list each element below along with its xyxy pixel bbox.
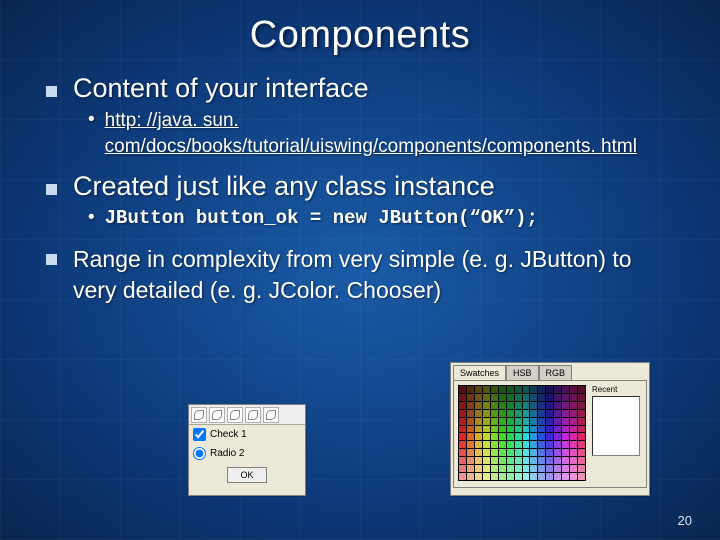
tool-icon [245, 407, 261, 423]
square-bullet-icon [46, 86, 57, 97]
sub-bullet-link: • http: //java. sun. com/docs/books/tuto… [88, 108, 674, 159]
radio[interactable] [193, 447, 206, 460]
swatch-grid[interactable] [458, 385, 586, 481]
color-body: Recent [453, 380, 647, 488]
tool-icon [227, 407, 243, 423]
tab-swatches[interactable]: Swatches [453, 365, 506, 380]
bullet-content-interface: Content of your interface [46, 73, 674, 104]
checkbox-label: Check 1 [210, 429, 247, 440]
recent-panel: Recent [592, 385, 640, 483]
radio-label: Radio 2 [210, 448, 244, 459]
bullet-text: Content of your interface [73, 73, 369, 104]
recent-box [592, 396, 640, 456]
bullet-complexity: Range in complexity from very simple (e.… [46, 244, 674, 306]
dot-bullet-icon: • [88, 108, 95, 133]
dot-bullet-icon: • [88, 206, 95, 231]
tool-icon [209, 407, 225, 423]
checkbox-row: Check 1 [189, 425, 305, 444]
color-tabs: Swatches HSB RGB [451, 363, 649, 380]
bullet-created-class: Created just like any class instance [46, 171, 674, 202]
slide-number: 20 [678, 513, 692, 528]
radio-row: Radio 2 [189, 444, 305, 463]
square-bullet-icon [46, 254, 57, 265]
bullet-text: Created just like any class instance [73, 171, 495, 202]
checkbox[interactable] [193, 428, 206, 441]
toolbar [189, 405, 305, 425]
tab-hsb[interactable]: HSB [506, 365, 539, 380]
ok-button[interactable]: OK [227, 467, 267, 483]
tab-rgb[interactable]: RGB [539, 365, 573, 380]
tool-icon [191, 407, 207, 423]
recent-label: Recent [592, 385, 640, 394]
tool-icon [263, 407, 279, 423]
screenshot-color-chooser: Swatches HSB RGB Recent [450, 362, 650, 496]
url-link[interactable]: http: //java. sun. com/docs/books/tutori… [105, 108, 674, 159]
slide-title: Components [0, 0, 720, 67]
code-sample: JButton button_ok = new JButton(“OK”); [105, 206, 538, 232]
square-bullet-icon [46, 184, 57, 195]
slide-content: Content of your interface • http: //java… [0, 67, 720, 306]
bullet-text: Range in complexity from very simple (e.… [73, 244, 674, 306]
sub-bullet-code: • JButton button_ok = new JButton(“OK”); [88, 206, 674, 232]
screenshot-simple-panel: Check 1 Radio 2 OK [188, 404, 306, 496]
